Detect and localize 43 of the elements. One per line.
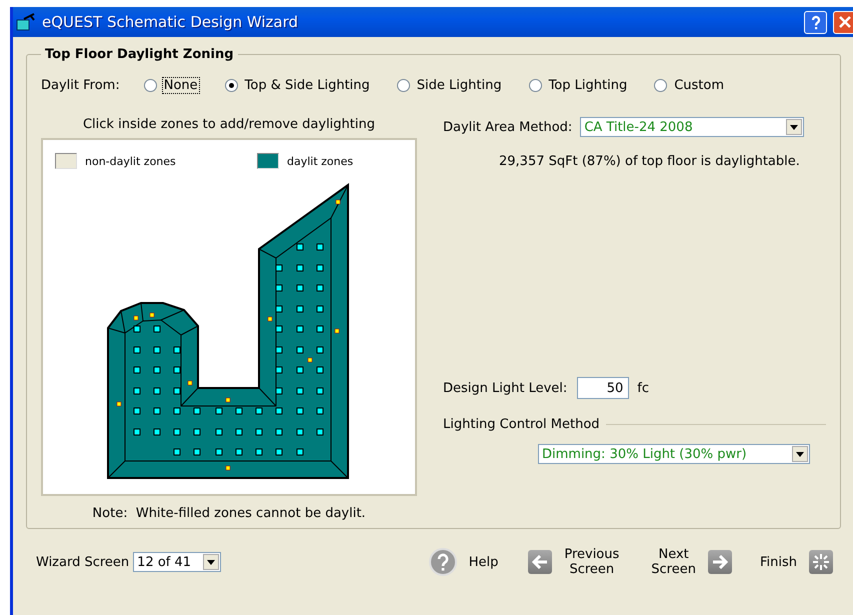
radio-label[interactable]: Side Lighting: [416, 78, 503, 93]
group-title: Top Floor Daylight Zoning: [44, 47, 235, 62]
sparkle-icon: [812, 553, 830, 571]
legend-label: non-daylit zones: [85, 154, 176, 168]
daylit-area-method-label: Daylit Area Method:: [443, 120, 572, 134]
radio-label[interactable]: Top & Side Lighting: [244, 78, 371, 93]
radio-button[interactable]: [396, 79, 410, 92]
window-title: eQUEST Schematic Design Wizard: [42, 13, 300, 31]
next-screen-button[interactable]: Next Screen: [651, 547, 732, 577]
help-button[interactable]: [804, 10, 827, 34]
close-button[interactable]: [833, 10, 853, 34]
help-link-button[interactable]: Help: [428, 548, 498, 576]
radio-button[interactable]: [144, 79, 157, 92]
dropdown-caret-icon: [207, 560, 216, 564]
radio-label[interactable]: Custom: [673, 78, 726, 93]
left-arrow-icon: [532, 555, 548, 569]
radio-label[interactable]: Top Lighting: [548, 78, 628, 93]
daylit-area-method-dropdown[interactable]: CA Title-24 2008: [580, 117, 804, 137]
dropdown-caret-icon: [796, 452, 804, 456]
right-arrow-icon: [712, 555, 728, 569]
radio-button[interactable]: [224, 79, 238, 92]
radio-label[interactable]: None: [162, 78, 199, 93]
daylit-from-label: Daylit From:: [41, 78, 120, 93]
design-light-level-label: Design Light Level:: [443, 380, 568, 396]
radio-button[interactable]: [654, 79, 668, 92]
plan-instruction: Click inside zones to add/remove daylighting: [82, 117, 375, 132]
wizard-screen-label: Wizard Screen: [36, 554, 130, 570]
app-icon: [16, 13, 36, 31]
plan-note: Note: White-filled zones cannot be daylit.: [92, 506, 366, 521]
wizard-screen-dropdown[interactable]: 12 of 41: [133, 552, 222, 572]
close-icon: [838, 16, 850, 28]
lighting-control-dropdown[interactable]: Dimming: 30% Light (30% pwr): [538, 444, 810, 464]
dropdown-caret-icon: [790, 124, 798, 130]
help-icon: [810, 14, 820, 30]
design-light-level-field[interactable]: 50: [577, 377, 630, 399]
daylightable-summary: 29,357 SqFt (87%) of top floor is daylightable.: [499, 154, 801, 169]
help-icon: [428, 548, 457, 576]
radio-button[interactable]: [528, 79, 542, 92]
unit-label: fc: [637, 380, 650, 396]
finish-button[interactable]: Finish: [760, 550, 833, 574]
previous-screen-button[interactable]: Previous Screen: [528, 547, 620, 577]
legend-label: daylit zones: [287, 154, 354, 168]
lighting-control-title: Lighting Control Method: [443, 417, 600, 432]
